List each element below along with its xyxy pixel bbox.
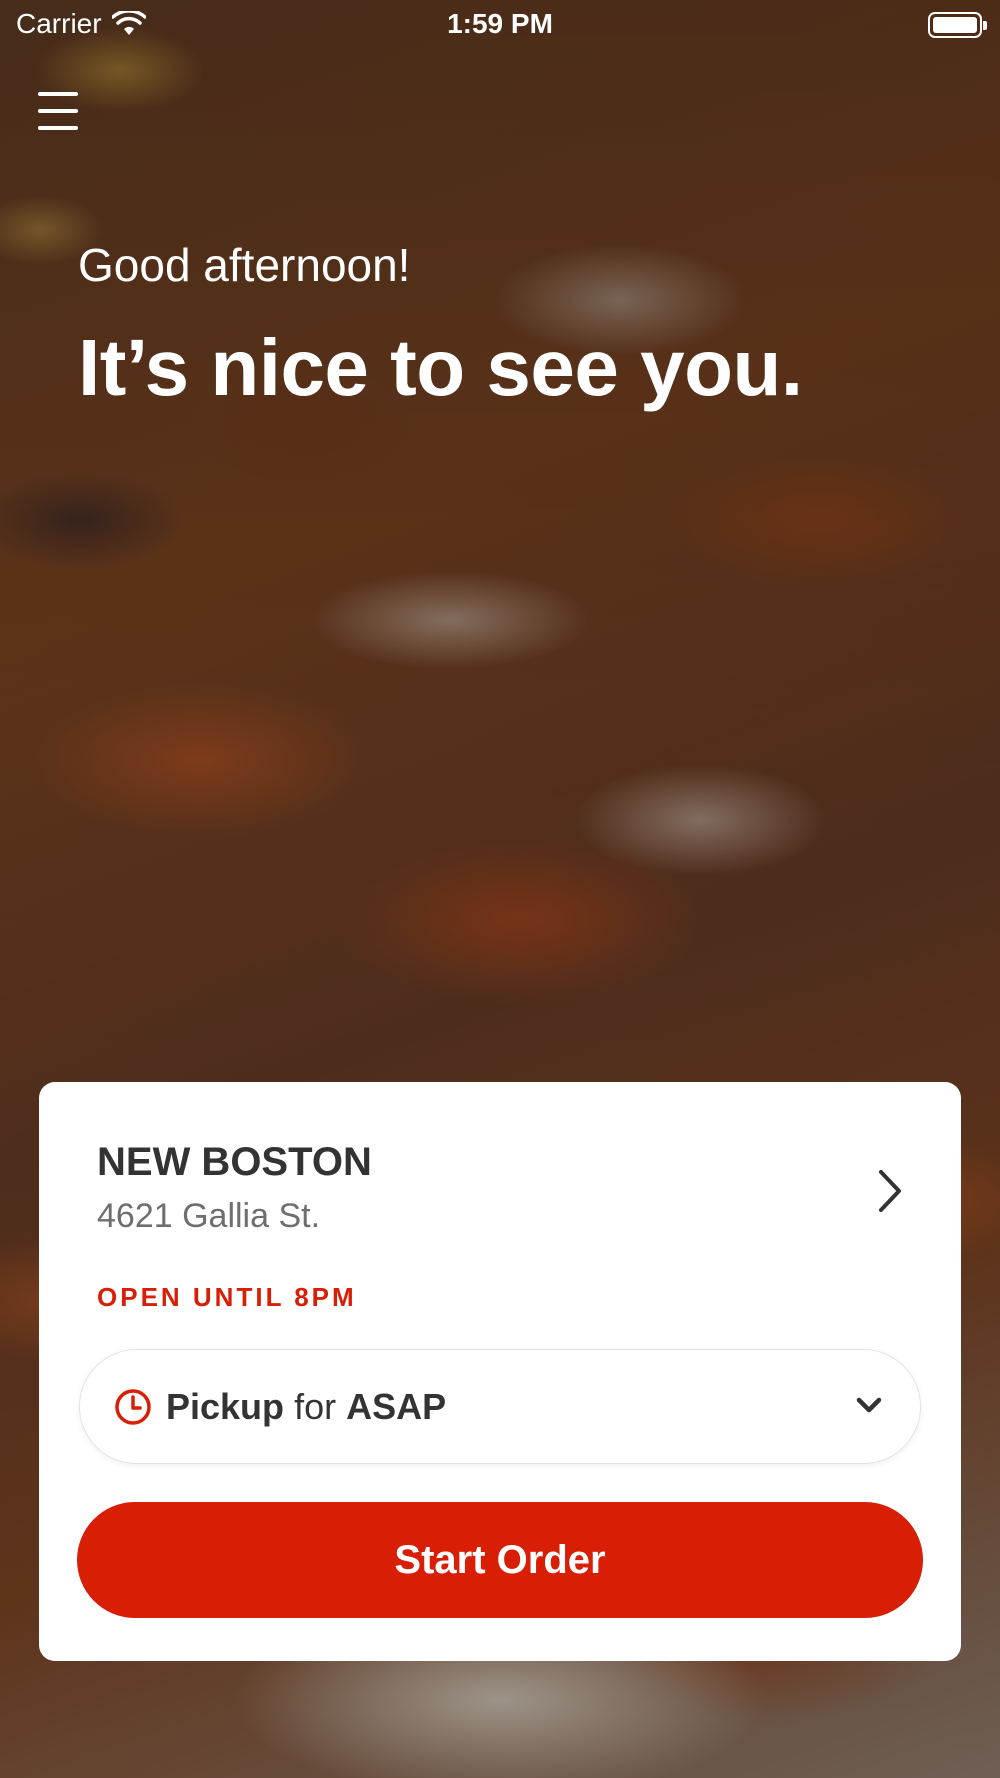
greeting-salutation: Good afternoon! bbox=[78, 239, 411, 291]
order-type-summary: Pickup for ASAP bbox=[166, 1386, 446, 1428]
order-connector: for bbox=[294, 1386, 337, 1427]
store-address[interactable]: 4621 Gallia St. bbox=[97, 1197, 320, 1236]
order-time: ASAP bbox=[346, 1386, 447, 1427]
order-type-select[interactable]: Pickup for ASAP bbox=[79, 1349, 921, 1464]
chevron-right-icon[interactable] bbox=[875, 1166, 905, 1216]
menu-icon[interactable] bbox=[38, 92, 78, 130]
store-hours-badge: OPEN UNTIL 8PM bbox=[97, 1282, 357, 1312]
store-card: NEW BOSTON 4621 Gallia St. OPEN UNTIL 8P… bbox=[39, 1082, 961, 1661]
greeting-headline: It’s nice to see you. bbox=[78, 323, 803, 412]
store-name[interactable]: NEW BOSTON bbox=[97, 1140, 372, 1185]
order-mode: Pickup bbox=[166, 1386, 285, 1427]
clock-icon bbox=[115, 1389, 151, 1425]
chevron-down-icon bbox=[856, 1397, 882, 1413]
start-order-button[interactable]: Start Order bbox=[77, 1502, 923, 1618]
status-bar: Carrier 1:59 PM bbox=[0, 0, 1000, 50]
battery-icon bbox=[928, 12, 987, 38]
status-time: 1:59 PM bbox=[447, 8, 553, 39]
